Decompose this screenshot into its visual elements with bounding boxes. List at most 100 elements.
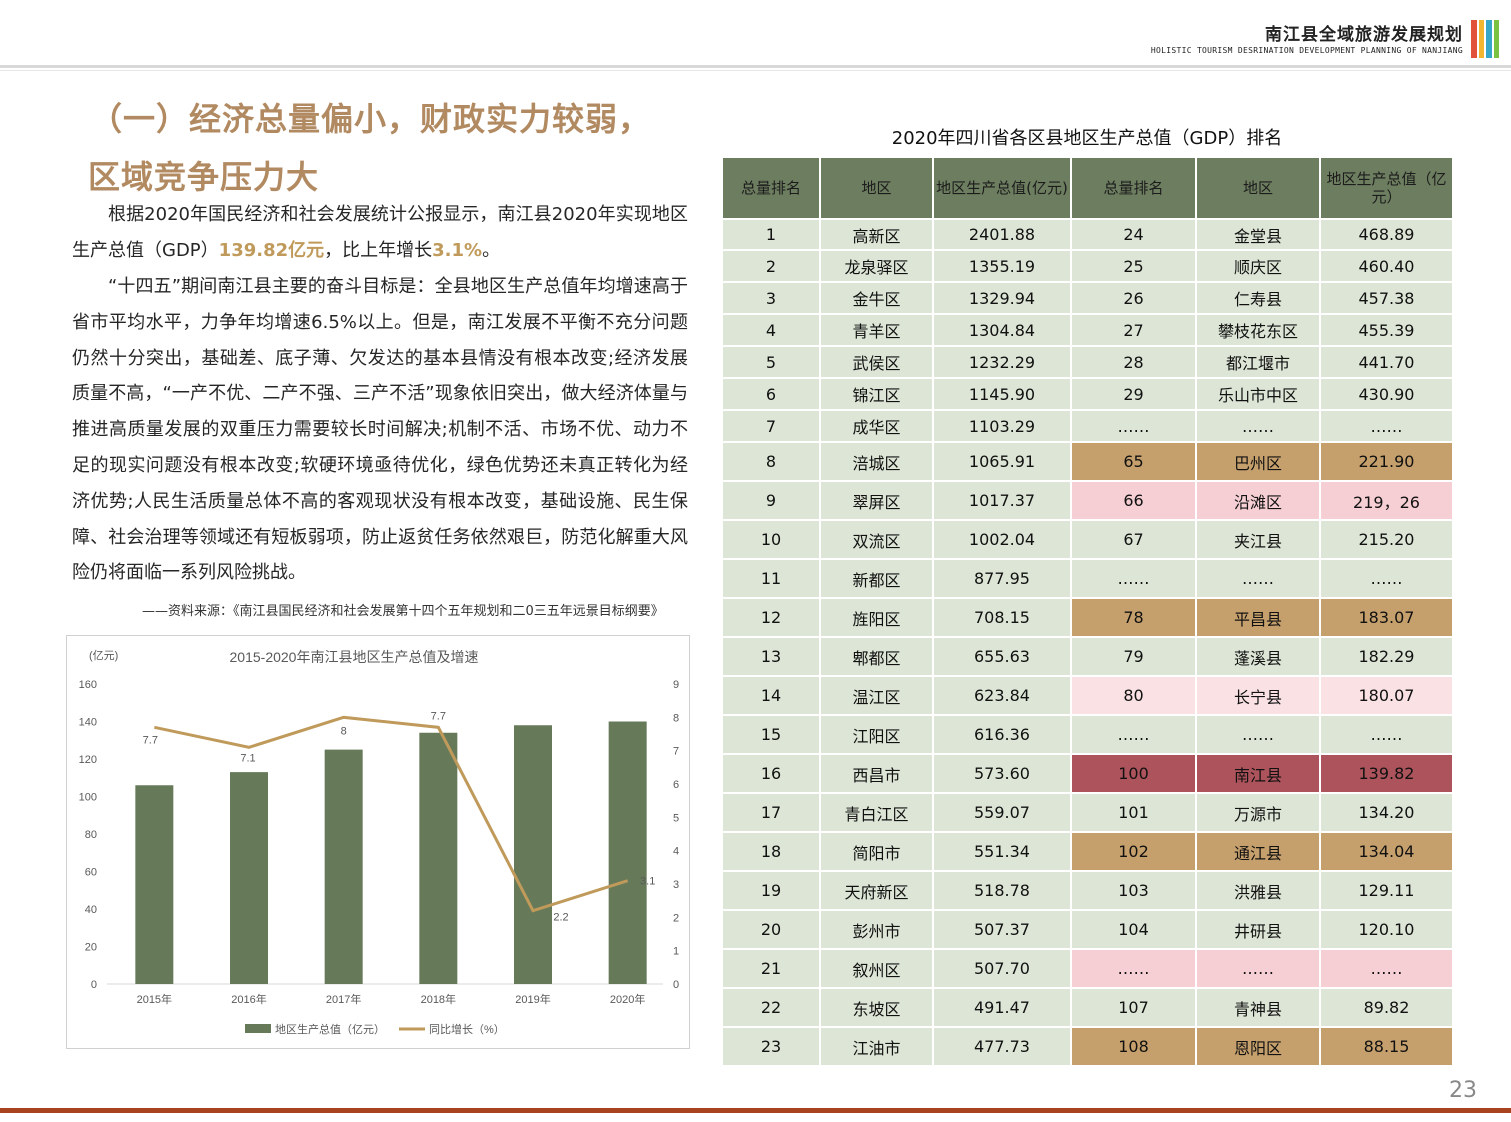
gdp-bar <box>324 749 363 984</box>
cell-gdp-2: 139.82 <box>1319 753 1454 794</box>
brand-color-bars <box>1471 20 1499 58</box>
paragraph-goals: “十四五”期间南江县主要的奋斗目标是：全县地区生产总值年均增速高于省市平均水平，… <box>72 276 688 584</box>
cell-region-2: 井研县 <box>1195 909 1321 950</box>
cell-rank-2: 104 <box>1070 909 1197 950</box>
growth-data-label: 7.7 <box>431 710 446 722</box>
table-row: 21 叙州区 507.70……………… <box>721 948 1454 989</box>
cell-gdp: 1145.90 <box>932 377 1072 411</box>
cell-region-2: 万源市 <box>1195 792 1321 833</box>
x-tick-label: 2020年 <box>610 992 645 1006</box>
cell-gdp: 1103.29 <box>932 409 1072 443</box>
cell-gdp-2: 215.20 <box>1319 519 1454 560</box>
cell-gdp-2: 183.07 <box>1319 597 1454 638</box>
cell-gdp-2: …… <box>1319 948 1454 989</box>
y-left-tick-label: 40 <box>85 904 97 916</box>
cell-region-2: 南江县 <box>1195 753 1321 794</box>
cell-rank: 9 <box>721 480 821 521</box>
cell-region: 翠屏区 <box>819 480 934 521</box>
cell-region: 新都区 <box>819 558 934 599</box>
cell-region: 东坡区 <box>819 987 934 1028</box>
brand-bar-green <box>1493 20 1499 58</box>
cell-gdp-2: 134.04 <box>1319 831 1454 872</box>
table-row: 20 彭州市 507.37 104 井研县 120.10 <box>721 909 1454 950</box>
footer-divider <box>0 1108 1511 1113</box>
cell-gdp-2: …… <box>1319 714 1454 755</box>
gdp-value-highlight: 139.82亿元 <box>218 239 325 261</box>
cell-gdp-2: 88.15 <box>1319 1026 1454 1067</box>
cell-region-2: 夹江县 <box>1195 519 1321 560</box>
gdp-bar <box>230 772 268 984</box>
x-tick-label: 2018年 <box>421 992 456 1006</box>
table-row: 17 青白江区 559.07 101 万源市 134.20 <box>721 792 1454 833</box>
cell-region-2: 乐山市中区 <box>1195 377 1321 411</box>
table-row: 14 温江区 623.84 80 长宁县 180.07 <box>721 675 1454 716</box>
cell-region-2: …… <box>1195 409 1321 443</box>
cell-rank: 8 <box>721 441 821 482</box>
table-row: 8 涪城区 1065.91 65 巴州区 221.90 <box>721 441 1454 482</box>
cell-rank: 4 <box>721 313 821 347</box>
cell-gdp: 1017.37 <box>932 480 1072 521</box>
x-tick-label: 2017年 <box>326 992 361 1006</box>
table-row: 4 青羊区 1304.84 27 攀枝花东区 455.39 <box>721 313 1454 347</box>
cell-region: 双流区 <box>819 519 934 560</box>
cell-region-2: 恩阳区 <box>1195 1026 1321 1067</box>
cell-rank-2: 79 <box>1070 636 1197 677</box>
table-row: 9 翠屏区 1017.37 66 沿滩区 219，26 <box>721 480 1454 521</box>
document-subtitle: HOLISTIC TOURISM DESRINATION DEVELOPMENT… <box>1150 46 1463 55</box>
cell-rank-2: 100 <box>1070 753 1197 794</box>
cell-region: 涪城区 <box>819 441 934 482</box>
chart-title: 2015-2020年南江县地区生产总值及增速 <box>230 649 479 665</box>
table-row: 6 锦江区 1145.90 29 乐山市中区 430.90 <box>721 377 1454 411</box>
y-left-tick-label: 20 <box>85 942 97 954</box>
table-row: 19 天府新区 518.78 103 洪雅县 129.11 <box>721 870 1454 911</box>
cell-rank: 12 <box>721 597 821 638</box>
cell-gdp: 1002.04 <box>932 519 1072 560</box>
cell-region: 西昌市 <box>819 753 934 794</box>
cell-rank-2: 29 <box>1070 377 1197 411</box>
gdp-bar <box>135 785 174 984</box>
cell-gdp: 559.07 <box>932 792 1072 833</box>
gdp-chart: 2015-2020年南江县地区生产总值及增速(亿元)02040608010012… <box>79 649 679 1036</box>
section-heading-line1: （一）经济总量偏小，财政实力较弱， <box>90 100 652 138</box>
cell-gdp-2: 468.89 <box>1319 218 1454 251</box>
cell-rank-2: 28 <box>1070 345 1197 379</box>
cell-rank: 1 <box>721 218 821 251</box>
cell-region: 彭州市 <box>819 909 934 950</box>
cell-region: 郫都区 <box>819 636 934 677</box>
cell-region: 武侯区 <box>819 345 934 379</box>
cell-rank: 2 <box>721 249 821 283</box>
cell-gdp: 2401.88 <box>932 218 1072 251</box>
cell-rank: 13 <box>721 636 821 677</box>
cell-rank-2: 67 <box>1070 519 1197 560</box>
cell-region: 青白江区 <box>819 792 934 833</box>
cell-gdp: 1329.94 <box>932 281 1072 315</box>
cell-rank-2: 108 <box>1070 1026 1197 1067</box>
cell-gdp: 616.36 <box>932 714 1072 755</box>
cell-region: 温江区 <box>819 675 934 716</box>
cell-region-2: …… <box>1195 558 1321 599</box>
growth-data-label: 7.7 <box>143 734 158 746</box>
cell-gdp: 507.70 <box>932 948 1072 989</box>
table-row: 2 龙泉驿区 1355.19 25 顺庆区 460.40 <box>721 249 1454 283</box>
cell-gdp-2: 120.10 <box>1319 909 1454 950</box>
cell-region-2: 平昌县 <box>1195 597 1321 638</box>
cell-region-2: 顺庆区 <box>1195 249 1321 283</box>
gdp-chart-panel: 2015-2020年南江县地区生产总值及增速 (亿元) 0 20 40 60 80 100 12… <box>66 635 690 1049</box>
cell-rank-2: 101 <box>1070 792 1197 833</box>
cell-gdp-2: 134.20 <box>1319 792 1454 833</box>
y-left-tick-label: 80 <box>85 829 97 841</box>
section-heading: （一）经济总量偏小，财政实力较弱， 区域竞争压力大 <box>88 90 651 206</box>
cell-rank-2: …… <box>1070 558 1197 599</box>
cell-rank: 22 <box>721 987 821 1028</box>
cell-rank-2: 80 <box>1070 675 1197 716</box>
legend-bar-label: 地区生产总值（亿元） <box>275 1022 385 1036</box>
table-row: 13 郫都区 655.63 79 蓬溪县 182.29 <box>721 636 1454 677</box>
y-left-tick-label: 60 <box>85 867 97 879</box>
cell-rank: 20 <box>721 909 821 950</box>
source-citation: ——资料来源：《南江县国民经济和社会发展第十四个五年规划和二0三五年远景目标纲要… <box>142 604 664 619</box>
cell-rank: 16 <box>721 753 821 794</box>
growth-line <box>154 715 629 913</box>
cell-region-2: …… <box>1195 948 1321 989</box>
legend-line-label: 同比增长（%） <box>429 1022 505 1036</box>
cell-rank-2: …… <box>1070 409 1197 443</box>
